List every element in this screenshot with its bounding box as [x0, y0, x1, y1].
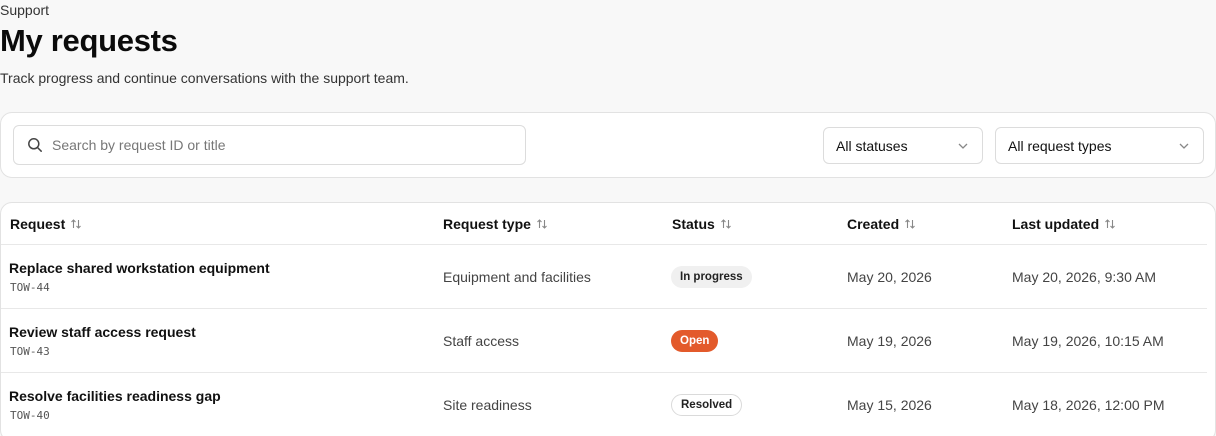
table-row[interactable]: Review staff access request TOW-43 Staff…: [1, 309, 1207, 373]
table-row[interactable]: Replace shared workstation equipment TOW…: [1, 245, 1207, 309]
created-date: May 20, 2026: [847, 269, 932, 285]
request-type-filter-select[interactable]: All request types: [995, 127, 1204, 164]
status-badge: In progress: [671, 266, 752, 288]
column-header-created[interactable]: Created: [847, 216, 916, 232]
status-filter-value: All statuses: [836, 137, 908, 154]
table-row[interactable]: Resolve facilities readiness gap TOW-40 …: [1, 373, 1207, 436]
last-updated-date: May 19, 2026, 10:15 AM: [1012, 333, 1164, 349]
request-id: TOW-44: [10, 281, 50, 294]
column-header-request-type[interactable]: Request type: [443, 216, 548, 232]
sort-arrows-icon: [905, 219, 916, 229]
status-filter-select[interactable]: All statuses: [823, 127, 983, 164]
column-header-last-updated[interactable]: Last updated: [1012, 216, 1116, 232]
sort-arrows-icon: [1105, 219, 1116, 229]
requests-table: Request Request type Status Created Last…: [0, 202, 1216, 436]
request-title[interactable]: Review staff access request: [9, 324, 196, 340]
request-id: TOW-40: [10, 409, 50, 422]
request-title[interactable]: Resolve facilities readiness gap: [9, 388, 221, 404]
table-header: Request Request type Status Created Last…: [1, 203, 1207, 245]
search-icon: [28, 138, 42, 152]
status-badge: Open: [671, 330, 719, 352]
search-field[interactable]: [13, 125, 526, 165]
filter-bar: All statuses All request types: [0, 112, 1216, 178]
page-subtitle: Track progress and continue conversation…: [0, 70, 409, 86]
chevron-down-icon: [958, 143, 968, 149]
chevron-down-icon: [1179, 143, 1189, 149]
request-title[interactable]: Replace shared workstation equipment: [9, 260, 270, 276]
request-type: Staff access: [443, 333, 520, 349]
column-header-status[interactable]: Status: [672, 216, 732, 232]
sort-arrows-icon: [71, 219, 82, 229]
search-input[interactable]: [52, 137, 492, 153]
last-updated-date: May 18, 2026, 12:00 PM: [1012, 397, 1165, 413]
last-updated-date: May 20, 2026, 9:30 AM: [1012, 269, 1156, 285]
created-date: May 15, 2026: [847, 397, 932, 413]
breadcrumb-support: Support: [0, 2, 50, 18]
sort-arrows-icon: [537, 219, 547, 229]
request-type-filter-value: All request types: [1008, 137, 1112, 154]
request-type: Site readiness: [443, 397, 532, 413]
request-id: TOW-43: [10, 345, 50, 358]
created-date: May 19, 2026: [847, 333, 932, 349]
sort-arrows-icon: [720, 219, 731, 229]
request-type: Equipment and facilities: [443, 269, 591, 285]
status-badge: Resolved: [671, 394, 743, 416]
column-header-request[interactable]: Request: [10, 216, 82, 232]
page-title: My requests: [0, 23, 178, 58]
